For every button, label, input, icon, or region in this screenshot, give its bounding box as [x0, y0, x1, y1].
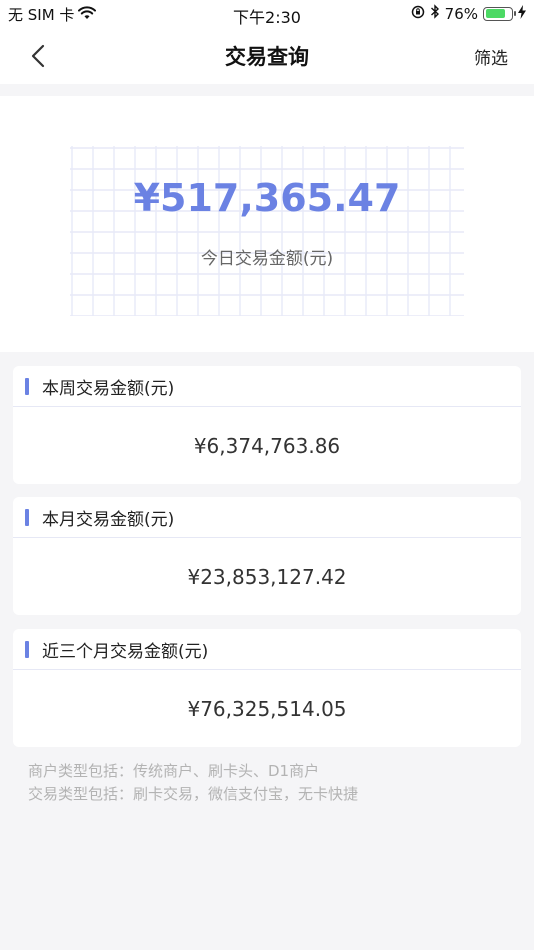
weekly-amount-card: 本周交易金额(元) ¥6,374,763.86 [13, 366, 521, 484]
card-title: 近三个月交易金额(元) [42, 641, 209, 662]
navigation-bar: 交易查询 筛选 [0, 28, 534, 84]
card-header: 本周交易金额(元) [13, 366, 521, 407]
monthly-amount-card: 本月交易金额(元) ¥23,853,127.42 [13, 497, 521, 615]
card-header: 本月交易金额(元) [13, 497, 521, 538]
card-value: ¥6,374,763.86 [193, 433, 341, 458]
card-accent-bar [25, 377, 29, 395]
card-accent-bar [25, 508, 29, 526]
back-button[interactable] [22, 40, 54, 72]
status-bar: 无 SIM 卡 下午2:30 76% [0, 0, 534, 28]
page-title: 交易查询 [225, 45, 309, 69]
orientation-lock-icon [411, 5, 425, 23]
charging-icon [518, 4, 526, 23]
today-amount-label: 今日交易金额(元) [200, 249, 334, 269]
status-right-group: 76% [411, 4, 526, 23]
three-month-amount-card: 近三个月交易金额(元) ¥76,325,514.05 [13, 629, 521, 747]
card-value: ¥23,853,127.42 [187, 564, 347, 589]
card-header: 近三个月交易金额(元) [13, 629, 521, 670]
notes: 商户类型包括：传统商户、刷卡头、D1商户 交易类型包括：刷卡交易，微信支付宝，无… [28, 760, 358, 806]
battery-level [485, 9, 505, 18]
grid-background [70, 146, 464, 316]
bluetooth-icon [430, 4, 440, 23]
today-amount: ¥517,365.47 [133, 176, 401, 220]
today-summary-panel: ¥517,365.47 今日交易金额(元) [0, 96, 534, 352]
merchant-type-note: 商户类型包括：传统商户、刷卡头、D1商户 [28, 762, 320, 780]
chevron-left-icon [31, 44, 45, 68]
battery-percent: 76% [444, 4, 478, 23]
filter-button[interactable]: 筛选 [474, 44, 508, 69]
card-value: ¥76,325,514.05 [187, 696, 347, 721]
battery-icon [483, 6, 516, 21]
card-title: 本周交易金额(元) [42, 378, 175, 399]
card-title: 本月交易金额(元) [42, 509, 175, 530]
card-accent-bar [25, 640, 29, 658]
transaction-type-note: 交易类型包括：刷卡交易，微信支付宝，无卡快捷 [28, 785, 359, 803]
